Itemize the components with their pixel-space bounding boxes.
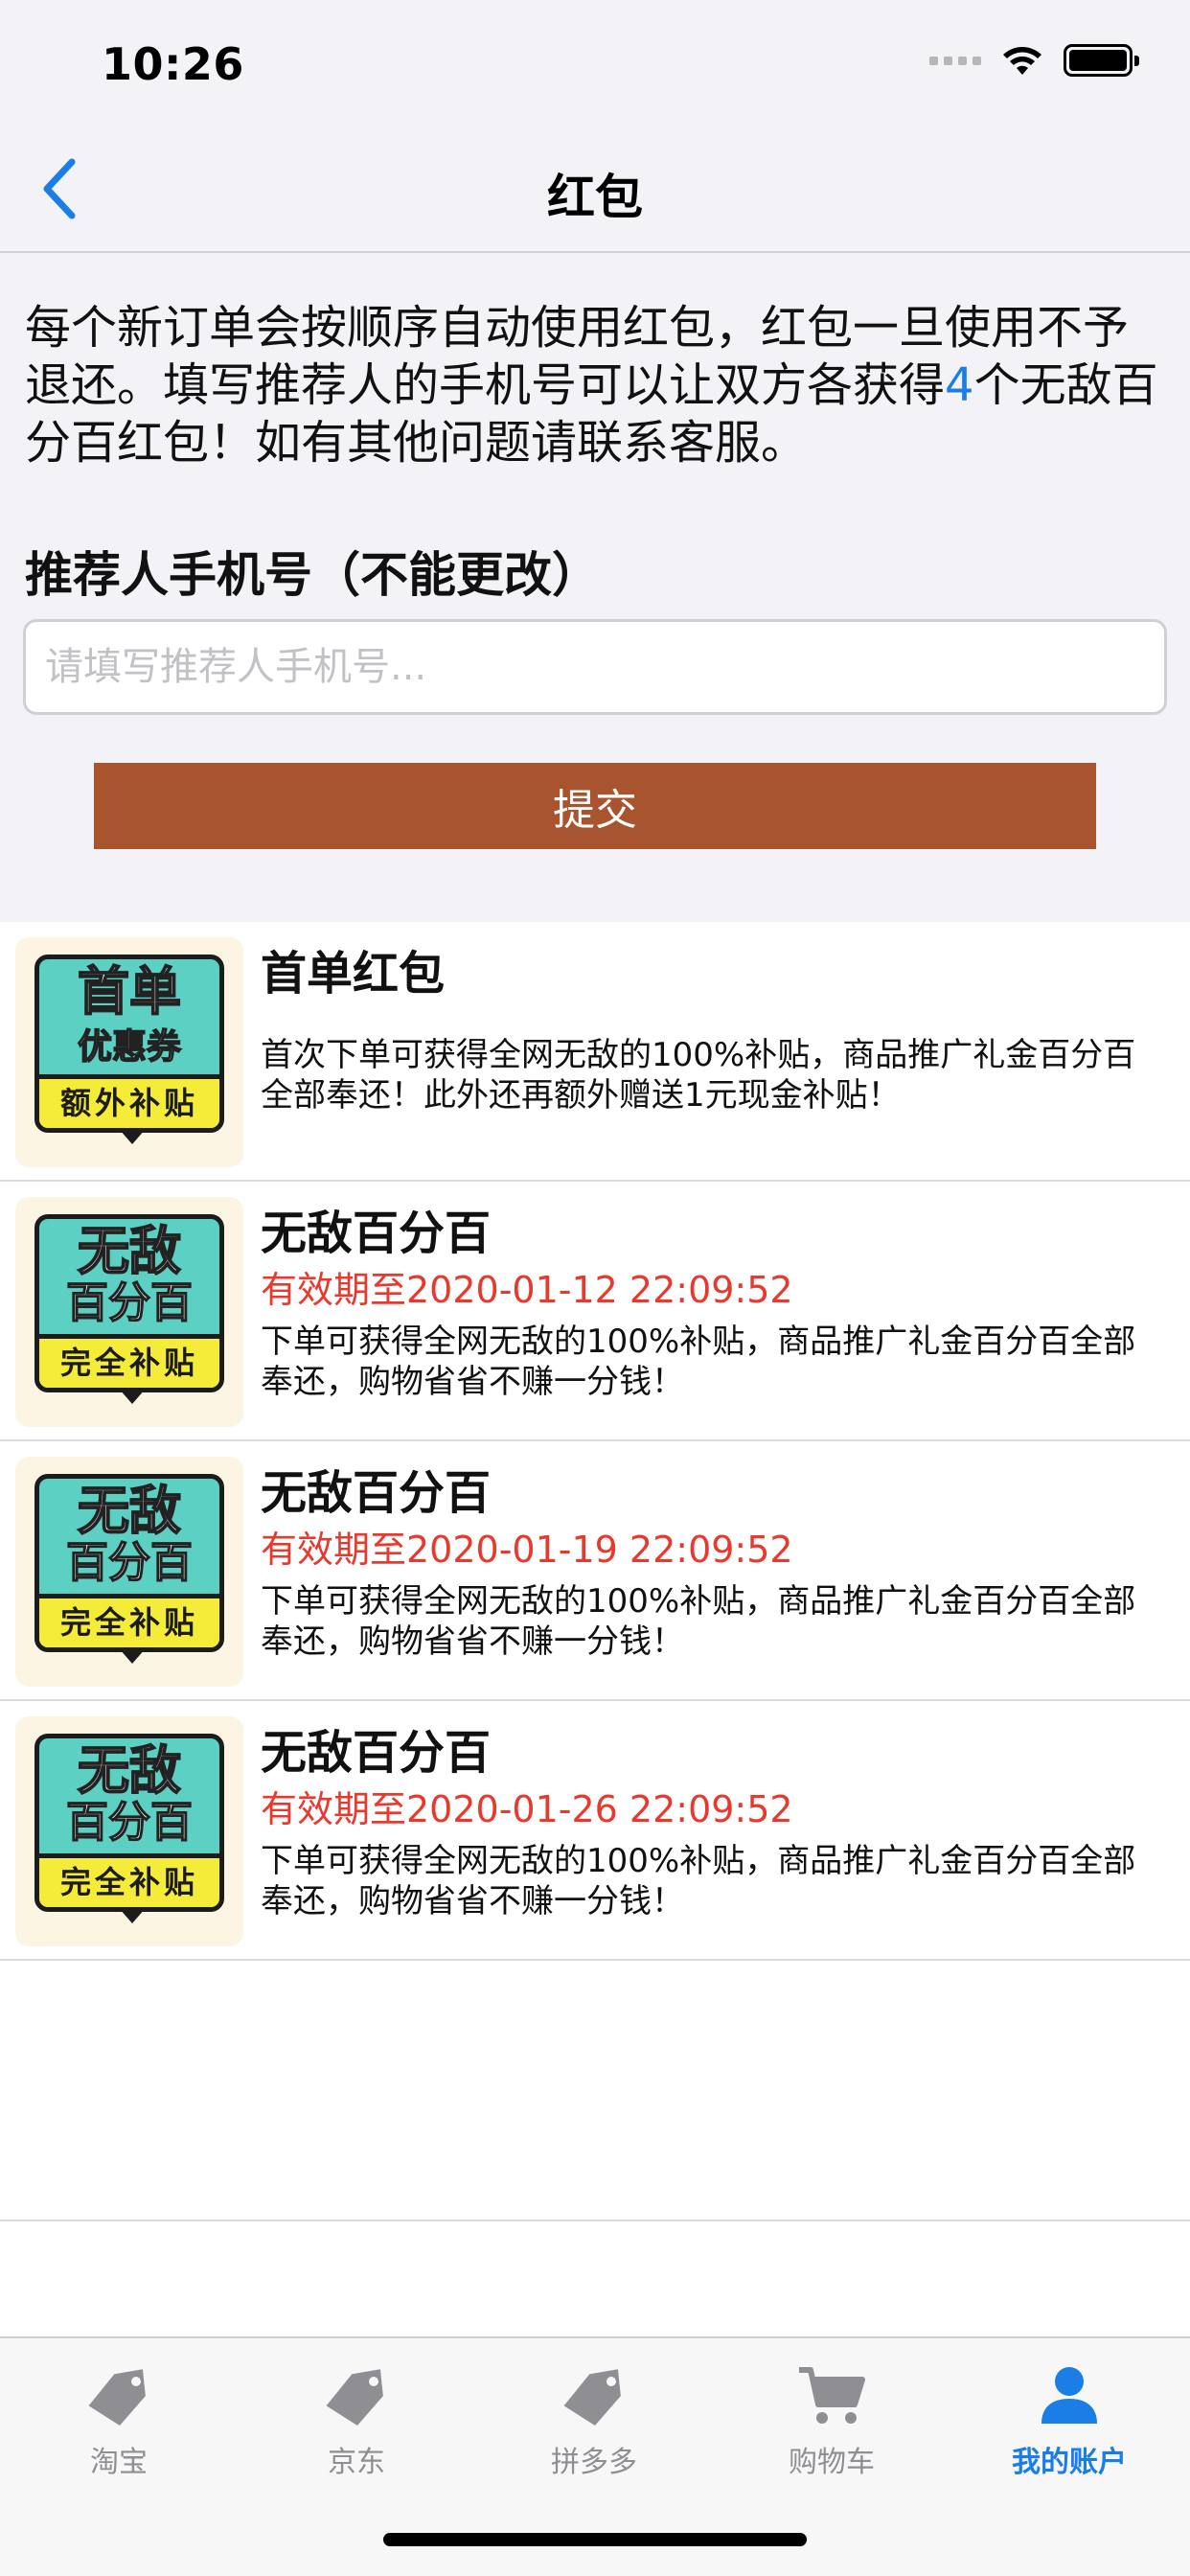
coupon-icon-band: 完全补贴: [39, 1853, 219, 1907]
status-icons: [929, 44, 1139, 77]
wifi-icon: [1003, 47, 1041, 75]
coupon-description: 下单可获得全网无敌的100%补贴，商品推广礼金百分百全部奉还，购物省省不赚一分钱…: [261, 1842, 1136, 1920]
ticket-tail-icon: [119, 1389, 146, 1404]
intro-highlight: 4: [945, 358, 974, 412]
coupon-icon-band: 额外补贴: [39, 1074, 219, 1128]
coupon-thumbnail: 无敌 百分百 完全补贴: [15, 1197, 243, 1427]
tag-icon: [326, 2369, 383, 2426]
home-indicator: [383, 2533, 807, 2546]
coupon-description: 下单可获得全网无敌的100%补贴，商品推广礼金百分百全部奉还，购物省省不赚一分钱…: [261, 1322, 1136, 1401]
coupon-expire: 有效期至2020-01-19 22:09:52: [261, 1529, 793, 1571]
tab-label: 购物车: [789, 2446, 875, 2479]
battery-icon: [1064, 44, 1139, 77]
coupon-row[interactable]: 无敌 百分百 完全补贴 无敌百分百 有效期至2020-01-19 22:09:5…: [0, 1441, 1190, 1701]
coupon-icon-line2: 百分百: [65, 1797, 194, 1848]
tab-label: 京东: [328, 2446, 385, 2479]
coupon-thumbnail: 无敌 百分百 完全补贴: [15, 1716, 243, 1946]
tag-icon: [88, 2369, 146, 2426]
status-bar: 10:26: [0, 0, 1190, 126]
signal-icon: [929, 56, 981, 65]
status-time: 10:26: [102, 38, 244, 90]
coupon-icon-line2: 百分百: [65, 1277, 194, 1328]
coupon-icon-band: 完全补贴: [39, 1334, 219, 1388]
tab-jd[interactable]: 京东: [238, 2359, 475, 2494]
referrer-phone-input[interactable]: [23, 619, 1167, 715]
coupon-title: 无敌百分百: [261, 1207, 492, 1260]
coupon-description: 下单可获得全网无敌的100%补贴，商品推广礼金百分百全部奉还，购物省省不赚一分钱…: [261, 1582, 1136, 1661]
coupon-thumbnail: 首单 优惠券 额外补贴: [15, 937, 243, 1167]
ticket-tail-icon: [119, 1129, 146, 1144]
coupon-title: 无敌百分百: [261, 1466, 492, 1520]
first-order-coupon-icon: 首单 优惠券 额外补贴: [34, 954, 224, 1133]
ticket-tail-icon: [119, 1648, 146, 1664]
coupon-icon-line1: 无敌: [77, 1739, 182, 1802]
tag-icon: [563, 2369, 621, 2426]
person-icon: [1041, 2367, 1097, 2424]
invincible-coupon-icon: 无敌 百分百 完全补贴: [34, 1214, 224, 1392]
navigation-bar: 红包: [0, 126, 1190, 253]
coupon-title: 无敌百分百: [261, 1726, 492, 1780]
tab-pinduoduo[interactable]: 拼多多: [475, 2359, 713, 2494]
coupon-icon-line1: 无敌: [77, 1480, 182, 1542]
tab-taobao[interactable]: 淘宝: [0, 2359, 238, 2494]
referrer-label: 推荐人手机号（不能更改）: [25, 547, 600, 603]
coupon-icon-line1: 无敌: [77, 1220, 182, 1282]
coupon-description: 首次下单可获得全网无敌的100%补贴，商品推广礼金百分百全部奉还！此外还再额外赠…: [261, 1036, 1136, 1115]
coupon-thumbnail: 无敌 百分百 完全补贴: [15, 1457, 243, 1687]
coupon-list: 首单 优惠券 额外补贴 首单红包 首次下单可获得全网无敌的100%补贴，商品推广…: [0, 922, 1190, 2221]
coupon-icon-band: 完全补贴: [39, 1594, 219, 1647]
top-panel: 10:26 红包 每个新订单会按顺序自动使用红包，红包一旦使用不予退还。填写推荐…: [0, 0, 1190, 922]
empty-list-row: [0, 1961, 1190, 2221]
tab-label: 我的账户: [1012, 2446, 1127, 2479]
coupon-expire: 有效期至2020-01-26 22:09:52: [261, 1788, 793, 1830]
coupon-row[interactable]: 无敌 百分百 完全补贴 无敌百分百 有效期至2020-01-12 22:09:5…: [0, 1182, 1190, 1441]
coupon-title: 首单红包: [261, 947, 446, 1000]
ticket-tail-icon: [119, 1908, 146, 1923]
coupon-expire: 有效期至2020-01-12 22:09:52: [261, 1269, 793, 1311]
coupon-icon-line1: 首单: [77, 960, 182, 1023]
coupon-row[interactable]: 无敌 百分百 完全补贴 无敌百分百 有效期至2020-01-26 22:09:5…: [0, 1701, 1190, 1961]
coupon-icon-line2: 百分百: [65, 1537, 194, 1588]
cart-icon: [799, 2367, 865, 2424]
coupon-icon-line2: 优惠券: [77, 1026, 182, 1068]
tab-my-account[interactable]: 我的账户: [950, 2359, 1188, 2494]
submit-button[interactable]: 提交: [94, 763, 1096, 849]
coupon-row[interactable]: 首单 优惠券 额外补贴 首单红包 首次下单可获得全网无敌的100%补贴，商品推广…: [0, 922, 1190, 1182]
tab-label: 拼多多: [551, 2446, 637, 2479]
invincible-coupon-icon: 无敌 百分百 完全补贴: [34, 1474, 224, 1652]
tab-label: 淘宝: [90, 2446, 148, 2479]
tab-cart[interactable]: 购物车: [713, 2359, 950, 2494]
invincible-coupon-icon: 无敌 百分百 完全补贴: [34, 1734, 224, 1912]
page-title: 红包: [547, 170, 643, 225]
intro-text: 每个新订单会按顺序自动使用红包，红包一旦使用不予退还。填写推荐人的手机号可以让双…: [25, 299, 1165, 472]
